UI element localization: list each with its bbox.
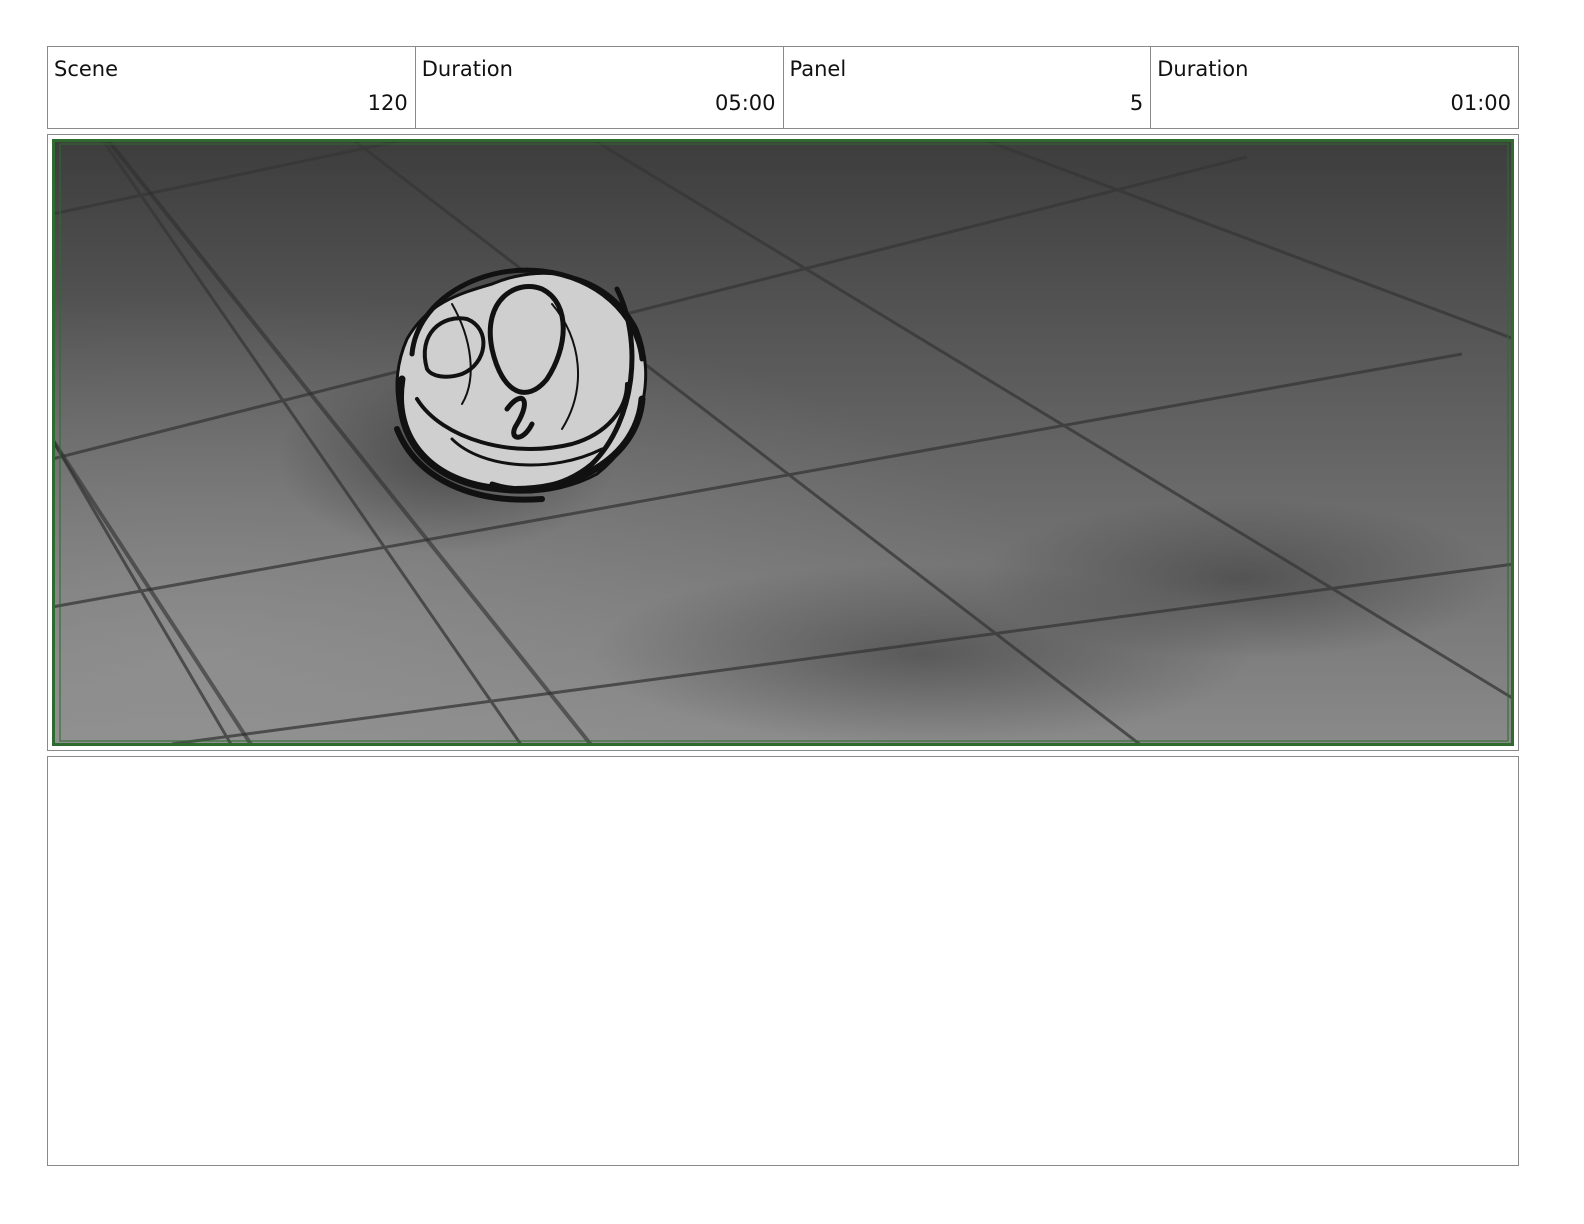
floor-shadow-right xyxy=(982,499,1502,659)
panel-cell: Panel 5 xyxy=(784,47,1152,128)
storyboard-drawing xyxy=(52,139,1514,746)
storyboard-frame xyxy=(47,134,1519,751)
scene-cell: Scene 120 xyxy=(48,47,416,128)
panel-duration-value: 01:00 xyxy=(1450,91,1511,115)
scene-number: 120 xyxy=(367,91,408,115)
notes-box[interactable] xyxy=(47,756,1519,1166)
scene-duration-label: Duration xyxy=(421,57,513,81)
panel-duration-label: Duration xyxy=(1157,57,1249,81)
panel-header: Scene 120 Duration 05:00 Panel 5 Duratio… xyxy=(47,46,1519,129)
panel-label: Panel xyxy=(789,57,847,81)
scene-label: Scene xyxy=(54,57,119,81)
scribbled-ball xyxy=(394,267,648,503)
scene-duration-cell: Duration 05:00 xyxy=(416,47,784,128)
panel-number: 5 xyxy=(1129,91,1144,115)
scene-duration-value: 05:00 xyxy=(714,91,776,115)
panel-duration-cell: Duration 01:00 xyxy=(1151,47,1518,128)
